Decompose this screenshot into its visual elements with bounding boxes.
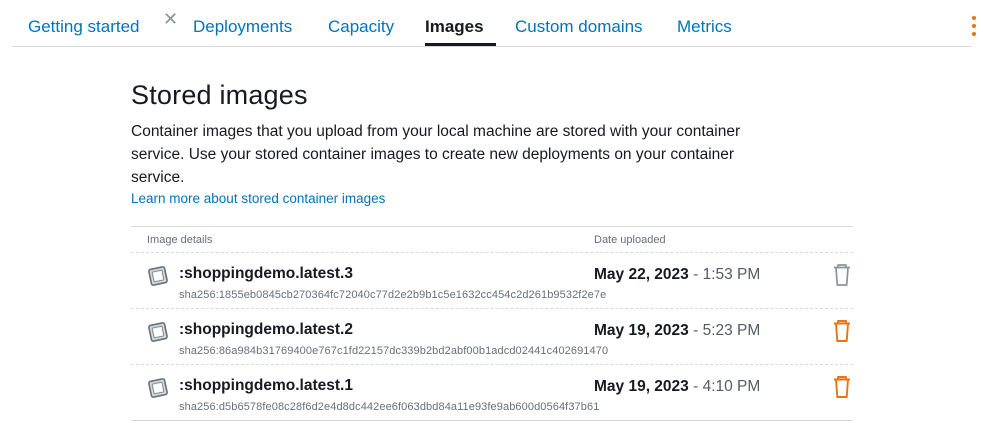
vertical-dots-icon[interactable] bbox=[967, 16, 981, 38]
tab-bar: Getting started ✕ Deployments Capacity I… bbox=[12, 0, 976, 47]
page-title: Stored images bbox=[131, 80, 308, 110]
image-name: :shoppingdemo.latest.1 bbox=[179, 377, 353, 394]
upload-date: May 22, 2023 - 1:53 PM bbox=[594, 266, 761, 283]
learn-more-link[interactable]: Learn more about stored container images bbox=[131, 191, 385, 206]
image-sha: sha256:86a984b31769400e767c1fd22157dc339… bbox=[179, 345, 609, 357]
table-header: Image details Date uploaded bbox=[131, 227, 853, 253]
container-image-icon bbox=[148, 322, 168, 342]
trash-icon[interactable] bbox=[831, 263, 853, 287]
image-name: :shoppingdemo.latest.3 bbox=[179, 265, 353, 282]
tab-images[interactable]: Images bbox=[425, 17, 484, 37]
container-image-icon bbox=[148, 266, 168, 286]
container-image-icon bbox=[148, 378, 168, 398]
upload-date: May 19, 2023 - 4:10 PM bbox=[594, 378, 761, 395]
upload-date: May 19, 2023 - 5:23 PM bbox=[594, 322, 761, 339]
tab-capacity[interactable]: Capacity bbox=[328, 17, 394, 37]
column-header-image-details: Image details bbox=[147, 234, 213, 246]
stored-images-section: Stored images Container images that you … bbox=[131, 78, 853, 208]
image-name: :shoppingdemo.latest.2 bbox=[179, 321, 353, 338]
trash-icon[interactable] bbox=[831, 375, 853, 399]
tab-custom-domains[interactable]: Custom domains bbox=[515, 17, 643, 37]
table-row: :shoppingdemo.latest.2 sha256:86a984b317… bbox=[131, 309, 853, 365]
table-row: :shoppingdemo.latest.3 sha256:1855eb0845… bbox=[131, 253, 853, 309]
column-header-date-uploaded: Date uploaded bbox=[594, 234, 666, 246]
close-icon[interactable]: ✕ bbox=[163, 10, 178, 28]
tab-deployments[interactable]: Deployments bbox=[193, 17, 292, 37]
table-row: :shoppingdemo.latest.1 sha256:d5b6578fe0… bbox=[131, 365, 853, 421]
tab-getting-started[interactable]: Getting started bbox=[28, 17, 140, 37]
image-sha: sha256:d5b6578fe08c28f6d2e4d8dc442ee6f06… bbox=[179, 401, 600, 413]
tab-metrics[interactable]: Metrics bbox=[677, 17, 732, 37]
stored-images-table: Image details Date uploaded :shoppingdem… bbox=[131, 226, 853, 421]
trash-icon[interactable] bbox=[831, 319, 853, 343]
active-tab-indicator bbox=[425, 43, 496, 46]
image-sha: sha256:1855eb0845cb270364fc72040c77d2e2b… bbox=[179, 289, 607, 301]
section-description: Container images that you upload from yo… bbox=[131, 123, 741, 186]
